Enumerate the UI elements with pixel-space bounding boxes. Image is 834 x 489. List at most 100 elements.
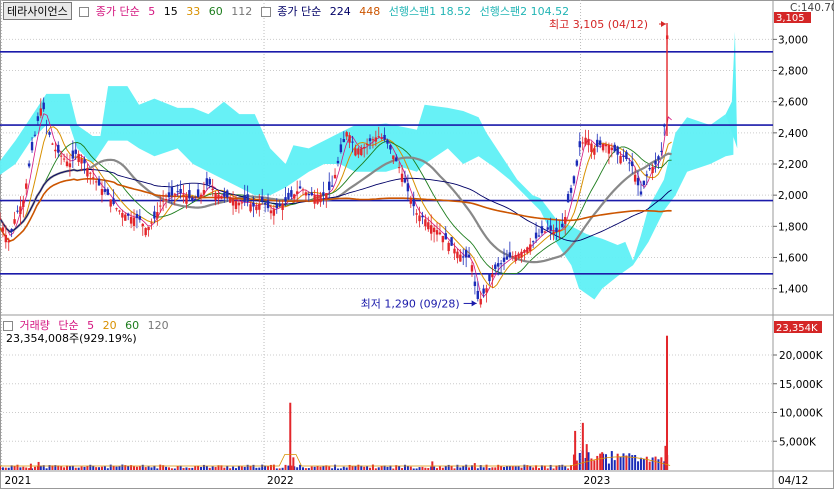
candle-body (523, 250, 526, 253)
candle-body (269, 210, 273, 214)
candle-body (94, 181, 98, 183)
volume-bar (567, 468, 570, 470)
candle-body (86, 168, 89, 177)
y-tick-label: 2,600 (778, 97, 808, 109)
candle-body (188, 190, 191, 199)
candle-body (619, 155, 622, 164)
volume-bar (313, 466, 316, 470)
ma2-label: 종가 단순 (277, 5, 322, 18)
candle-body (27, 163, 31, 167)
volume-bar (249, 465, 252, 470)
volume-bar (159, 464, 162, 470)
volume-bar (537, 468, 540, 470)
candle-body (400, 173, 404, 182)
volume-bar (13, 466, 16, 470)
volume-bar (336, 468, 339, 470)
candle-body (4, 234, 8, 243)
volume-bar (237, 465, 240, 470)
volume-bar (654, 456, 657, 470)
candle-body (558, 229, 561, 232)
candle-body (138, 216, 142, 220)
volume-spike-bar (666, 335, 669, 470)
candle-body (170, 187, 174, 196)
stock-name-label[interactable]: 테라사이언스 (3, 2, 72, 20)
ma-5-label: 5 (148, 5, 156, 18)
volume-bar (441, 467, 444, 470)
volume-bar (619, 456, 622, 470)
candle-body (196, 189, 200, 198)
volume-tick-label: 5,000K (779, 436, 817, 448)
volume-bar (258, 467, 261, 470)
volume-bar (561, 464, 564, 470)
ma-448-label: 448 (359, 5, 381, 18)
volume-bar (529, 466, 532, 470)
volume-bar (436, 468, 439, 470)
candle-body (240, 202, 244, 204)
volume-bar (100, 466, 103, 470)
volume-bar (103, 466, 106, 470)
candle-body (447, 242, 450, 252)
candle-body (62, 158, 66, 160)
candle-body (284, 197, 287, 202)
candle-body (77, 153, 80, 163)
candle-body (561, 223, 564, 228)
volume-bar (444, 466, 447, 470)
x-tick-label: 2022 (267, 475, 294, 487)
candle-body (517, 253, 520, 258)
volume-bar (287, 465, 290, 470)
candle-body (642, 180, 646, 186)
candle-body (272, 209, 276, 216)
candle-body (502, 257, 506, 262)
volume-bar (16, 464, 19, 470)
volume-bar (95, 467, 98, 470)
volume-bar (185, 467, 188, 470)
candle-body (494, 264, 497, 269)
volume-bar (7, 467, 10, 470)
volume-bar (167, 467, 170, 470)
candle-body (42, 102, 45, 110)
volume-bar (433, 466, 436, 470)
candle-body (176, 191, 179, 193)
volume-bar (546, 468, 549, 470)
volume-bar (412, 468, 415, 470)
ma-checkbox-icon[interactable] (79, 7, 90, 17)
volume-bar (194, 466, 197, 470)
volume-bar (450, 465, 453, 470)
candle-body (89, 172, 92, 174)
candle-body (392, 155, 395, 160)
volume-bar (345, 467, 348, 470)
volume-bar (596, 455, 599, 470)
volume-bar (310, 466, 313, 470)
candle-body (255, 206, 258, 211)
volume-bar (121, 464, 124, 470)
candle-body (328, 181, 331, 191)
volume-bar (106, 468, 109, 470)
candle-body (639, 191, 643, 195)
candle-body (13, 219, 16, 224)
volume-bar (639, 457, 642, 470)
candle-body (164, 198, 168, 201)
ma2-checkbox-icon[interactable] (260, 7, 271, 17)
volume-bar (112, 465, 115, 470)
candle-body (51, 143, 54, 145)
candle-body (322, 192, 325, 196)
volume-bar (517, 466, 520, 470)
candle-body (415, 213, 418, 215)
candle-body (211, 188, 214, 191)
volume-bar (651, 457, 654, 470)
candle-body (54, 149, 57, 152)
volume-bar (197, 465, 200, 470)
candle-body (616, 146, 619, 155)
volume-bar (118, 466, 121, 470)
candle-body (115, 208, 118, 210)
candle-body (92, 177, 95, 179)
volume-bar (232, 466, 235, 470)
candle-body (298, 186, 302, 189)
candle-body (497, 263, 500, 267)
candle-body (150, 222, 153, 224)
candle-body (438, 232, 442, 235)
volume-bar (144, 467, 147, 470)
candle-body (514, 254, 517, 262)
volume-bar (150, 467, 153, 470)
volume-bar (109, 464, 112, 470)
